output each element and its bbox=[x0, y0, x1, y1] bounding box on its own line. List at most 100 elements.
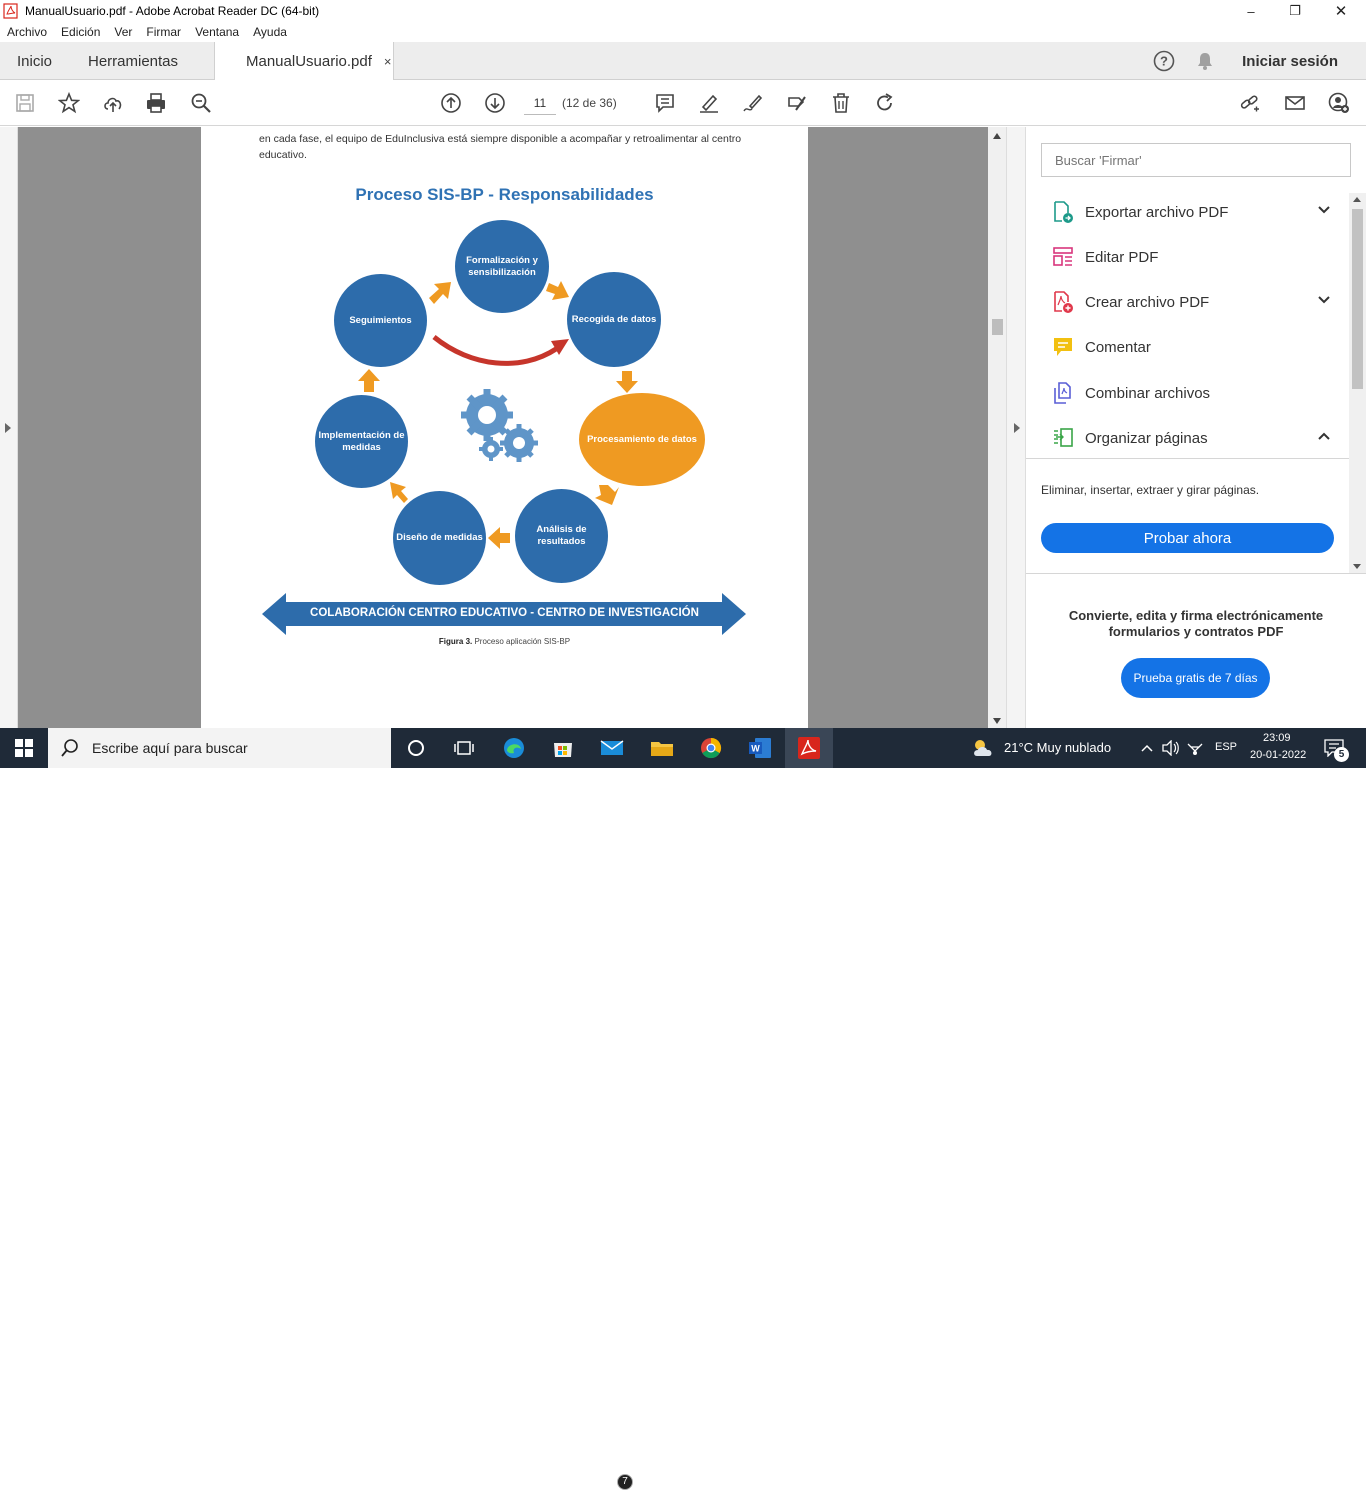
rotate-icon[interactable] bbox=[873, 91, 897, 115]
taskbar-search-placeholder: Escribe aquí para buscar bbox=[92, 740, 248, 756]
expand-left-icon bbox=[5, 423, 11, 433]
cortana-icon[interactable] bbox=[404, 736, 428, 760]
organize-pages-icon bbox=[1051, 426, 1075, 450]
file-explorer-icon[interactable] bbox=[650, 736, 674, 760]
organize-divider bbox=[1026, 458, 1366, 459]
previous-page-icon[interactable] bbox=[439, 91, 463, 115]
help-icon[interactable]: ? bbox=[1153, 50, 1175, 72]
menu-ayuda[interactable]: Ayuda bbox=[246, 25, 294, 39]
tool-combine-files-label: Combinar archivos bbox=[1085, 384, 1211, 402]
chevron-down-icon[interactable] bbox=[1317, 205, 1331, 215]
share-link-icon[interactable] bbox=[1238, 91, 1262, 115]
page-number-input[interactable] bbox=[524, 91, 556, 115]
taskbar: Escribe aquí para buscar 7 W 21°C Muy nu… bbox=[0, 728, 1366, 1490]
sign-in-button[interactable]: Iniciar sesión bbox=[1242, 53, 1338, 70]
panel-scrollbar[interactable] bbox=[1349, 193, 1366, 573]
tab-herramientas[interactable]: Herramientas bbox=[88, 42, 178, 80]
chevron-up-icon[interactable] bbox=[1317, 431, 1331, 441]
save-icon[interactable] bbox=[13, 91, 37, 115]
promo-divider bbox=[1026, 573, 1366, 574]
arrow-imp-to-seg bbox=[358, 369, 380, 392]
bell-icon[interactable] bbox=[1194, 50, 1216, 72]
language-indicator[interactable]: ESP bbox=[1215, 741, 1237, 753]
organize-description: Eliminar, insertar, extraer y girar pági… bbox=[1041, 483, 1260, 497]
fill-sign-icon[interactable] bbox=[785, 91, 809, 115]
tab-document[interactable]: ManualUsuario.pdf × bbox=[214, 42, 394, 81]
windows-start-icon[interactable] bbox=[12, 736, 36, 760]
next-page-icon[interactable] bbox=[483, 91, 507, 115]
tool-combine-files[interactable]: Combinar archivos bbox=[1051, 378, 1331, 408]
tab-close-icon[interactable]: × bbox=[384, 54, 392, 69]
panel-scroll-down-icon[interactable] bbox=[1353, 564, 1361, 569]
promo-text: Convierte, edita y firma electrónicament… bbox=[1068, 608, 1324, 639]
node-recogida: Recogida de datos bbox=[567, 272, 661, 367]
clock-date[interactable]: 20-01-2022 bbox=[1250, 749, 1306, 761]
panel-scroll-thumb[interactable] bbox=[1352, 209, 1363, 389]
create-pdf-icon bbox=[1051, 290, 1075, 314]
sign-pen-icon[interactable] bbox=[741, 91, 765, 115]
scroll-down-icon[interactable] bbox=[993, 718, 1001, 724]
tool-export-pdf[interactable]: Exportar archivo PDF bbox=[1051, 197, 1331, 227]
chevron-down-icon[interactable] bbox=[1317, 295, 1331, 305]
arrow-rec-to-proc bbox=[616, 371, 638, 393]
add-user-icon[interactable] bbox=[1327, 91, 1351, 115]
mail-icon[interactable] bbox=[1283, 91, 1307, 115]
tool-comment-label: Comentar bbox=[1085, 338, 1151, 356]
star-icon[interactable] bbox=[57, 91, 81, 115]
mail-app-icon[interactable] bbox=[600, 736, 624, 760]
arrow-form-to-rec bbox=[546, 281, 569, 300]
tool-edit-pdf-label: Editar PDF bbox=[1085, 248, 1159, 266]
weather-text[interactable]: 21°C Muy nublado bbox=[1004, 740, 1111, 755]
close-window-button[interactable]: ✕ bbox=[1318, 0, 1364, 22]
menu-firmar[interactable]: Firmar bbox=[139, 25, 188, 39]
arrow-proc-to-ana bbox=[595, 485, 619, 505]
tool-comment[interactable]: Comentar bbox=[1051, 332, 1331, 362]
panel-scroll-up-icon[interactable] bbox=[1353, 197, 1361, 202]
clock-time[interactable]: 23:09 bbox=[1263, 732, 1291, 744]
edge-browser-icon[interactable] bbox=[502, 736, 526, 760]
scroll-thumb[interactable] bbox=[992, 319, 1003, 335]
print-icon[interactable] bbox=[144, 91, 168, 115]
free-trial-button[interactable]: Prueba gratis de 7 días bbox=[1121, 658, 1270, 698]
network-icon[interactable] bbox=[1186, 739, 1204, 757]
tools-search-input[interactable] bbox=[1041, 143, 1351, 177]
minimize-button[interactable]: – bbox=[1228, 0, 1274, 22]
menu-ventana[interactable]: Ventana bbox=[188, 25, 246, 39]
left-pane-toggle[interactable] bbox=[0, 127, 18, 728]
comment-icon[interactable] bbox=[653, 91, 677, 115]
highlight-pen-icon[interactable] bbox=[697, 91, 721, 115]
tool-create-pdf[interactable]: Crear archivo PDF bbox=[1051, 287, 1331, 317]
tool-create-pdf-label: Crear archivo PDF bbox=[1085, 293, 1210, 311]
task-view-icon[interactable] bbox=[452, 736, 476, 760]
tool-organize-pages-label: Organizar páginas bbox=[1085, 429, 1208, 447]
title-bar: ManualUsuario.pdf - Adobe Acrobat Reader… bbox=[0, 0, 1366, 22]
right-pane-toggle[interactable] bbox=[1006, 127, 1026, 728]
upload-cloud-icon[interactable] bbox=[101, 91, 125, 115]
maximize-button[interactable]: ❐ bbox=[1272, 0, 1318, 22]
arrow-ana-to-dis bbox=[488, 527, 510, 549]
tab-inicio[interactable]: Inicio bbox=[17, 42, 52, 80]
menu-archivo[interactable]: Archivo bbox=[0, 25, 54, 39]
menu-edicion[interactable]: Edición bbox=[54, 25, 107, 39]
tool-edit-pdf[interactable]: Editar PDF bbox=[1051, 242, 1331, 272]
delete-icon[interactable] bbox=[829, 91, 853, 115]
word-icon[interactable]: W bbox=[748, 736, 772, 760]
scroll-up-icon[interactable] bbox=[993, 133, 1001, 139]
node-diseno: Diseño de medidas bbox=[393, 491, 486, 585]
node-seguimientos: Seguimientos bbox=[334, 274, 427, 367]
store-icon[interactable] bbox=[551, 736, 575, 760]
volume-icon[interactable] bbox=[1162, 740, 1180, 756]
try-now-button[interactable]: Probar ahora bbox=[1041, 523, 1334, 553]
tool-organize-pages[interactable]: Organizar páginas bbox=[1051, 423, 1331, 453]
menu-ver[interactable]: Ver bbox=[107, 25, 139, 39]
chevron-up-icon[interactable] bbox=[1141, 743, 1153, 753]
document-scrollbar[interactable] bbox=[988, 127, 1006, 728]
tools-panel: Exportar archivo PDF Editar PDF Crear ar… bbox=[1026, 127, 1366, 728]
figure-caption: Figura 3. Proceso aplicación SIS-BP bbox=[201, 637, 808, 646]
acrobat-taskbar-icon[interactable] bbox=[797, 736, 821, 760]
notification-count: 5 bbox=[1334, 747, 1349, 762]
zoom-search-icon[interactable] bbox=[189, 91, 213, 115]
taskbar-search[interactable]: Escribe aquí para buscar bbox=[48, 728, 391, 768]
chrome-icon[interactable] bbox=[699, 736, 723, 760]
weather-cloudy-icon bbox=[974, 740, 992, 756]
